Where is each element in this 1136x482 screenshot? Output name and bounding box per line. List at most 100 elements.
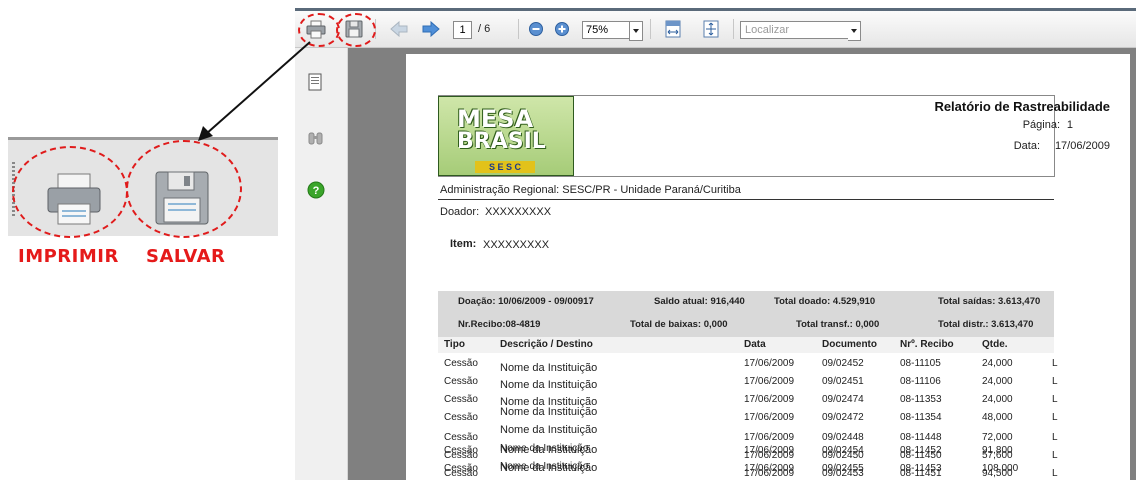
row-tipo: Cessão [444, 358, 478, 369]
item-label: Item: [450, 238, 477, 250]
row-tipo: Cessão [444, 412, 478, 423]
row-doc: 09/02452 [822, 358, 864, 369]
row-tipo: Cessão [444, 376, 478, 387]
summary-recibo: Nr.Recibo:08-4819 [458, 319, 541, 330]
col-documento: Documento [822, 339, 877, 350]
help-button[interactable]: ? [307, 181, 325, 199]
row-recibo: 08-11452 [900, 445, 942, 456]
report-page: MESA BRASIL S E S C Relatório de Rastrea… [406, 54, 1130, 480]
row-qtde: 108,000 [982, 463, 1019, 474]
row-recibo: 08-11105 [900, 358, 941, 369]
chevron-down-icon [633, 29, 639, 33]
row-qtde: 24,000 [982, 358, 1013, 369]
row-recibo: 08-11353 [900, 394, 942, 405]
binoculars-icon [308, 132, 323, 145]
viewer-toolbar: 1 / 6 75% Localizar [295, 11, 1136, 48]
table-row: Cessão Nome da Instituição 17/06/2009 09… [438, 461, 1022, 477]
save-highlight-ellipse [126, 140, 242, 238]
prev-page-button[interactable] [389, 19, 409, 39]
zoom-in-icon [555, 22, 569, 36]
col-qtde: Qtde. [982, 339, 1008, 350]
report-viewer: 1 / 6 75% Localizar ? MESA BRASIL S E S … [295, 8, 1136, 480]
summary-total-distr: Total distr.: 3.613,470 [938, 319, 1034, 330]
fit-width-icon [665, 20, 681, 38]
col-recibo: Nrº. Recibo [900, 339, 954, 350]
row-flag: L [1052, 358, 1058, 369]
row-nome: Nome da Instituição [500, 362, 598, 374]
date-label: Data: [1013, 140, 1040, 152]
row-qtde: 24,000 [982, 394, 1013, 405]
row-tipo: Cessão [444, 432, 478, 443]
row-data: 17/06/2009 [744, 432, 795, 443]
print-callout-label: IMPRIMIR [18, 246, 119, 267]
row-doc: 09/02448 [822, 432, 864, 443]
row-data: 17/06/2009 [744, 412, 795, 423]
row-doc: 09/02472 [822, 412, 864, 423]
row-recibo: 08-11106 [900, 376, 941, 387]
zoom-out-button[interactable] [527, 19, 545, 39]
row-tipo: Cessão [444, 394, 478, 405]
summary-band: Doação: 10/06/2009 - 09/00917 Saldo atua… [438, 291, 1054, 337]
arrow-left-icon [390, 21, 408, 37]
table-rows-continued: Cessão Nome da Instituição 17/06/2009 09… [406, 443, 1022, 477]
page-label: Página: [1022, 119, 1060, 131]
row-doc: 09/02454 [822, 445, 864, 456]
arrow-right-icon [422, 21, 440, 37]
print-button-highlight [298, 13, 340, 47]
row-tipo: Cessão [444, 463, 478, 474]
save-button-highlight [336, 13, 376, 47]
zoom-out-icon [529, 22, 543, 36]
summary-total-transf: Total transf.: 0,000 [796, 319, 880, 330]
row-tipo: Cessão [444, 445, 478, 456]
row-nome: Nome da Instituição [500, 461, 589, 472]
row-data: 17/06/2009 [744, 463, 795, 474]
find-panel-button[interactable] [307, 130, 323, 146]
doador-value: XXXXXXXXX [485, 206, 552, 218]
table-row: Cessão Nome da Instituição 17/06/2009 09… [438, 356, 1058, 374]
row-qtde: 48,000 [982, 412, 1013, 423]
fit-page-button[interactable] [701, 19, 721, 39]
page-value: 1 [1066, 119, 1073, 131]
summary-total-saidas: Total saídas: 3.613,470 [938, 296, 1041, 307]
document-area: MESA BRASIL S E S C Relatório de Rastrea… [348, 48, 1136, 480]
col-data: Data [744, 339, 766, 350]
summary-saldo: Saldo atual: 916,440 [654, 296, 745, 307]
row-nome: Nome da Instituição [500, 406, 598, 418]
row-qtde: 24,000 [982, 376, 1013, 387]
next-page-button[interactable] [421, 19, 441, 39]
pages-panel-button[interactable] [307, 73, 323, 91]
col-tipo: Tipo [444, 339, 465, 350]
row-nome: Nome da Instituição [500, 424, 598, 436]
row-doc: 09/02451 [822, 376, 864, 387]
find-dropdown-button[interactable] [848, 21, 861, 41]
fit-width-button[interactable] [663, 19, 683, 39]
row-nome: Nome da Instituição [500, 443, 589, 454]
find-input[interactable]: Localizar [740, 21, 851, 39]
pages-icon [308, 73, 322, 91]
side-panel: ? [295, 48, 348, 480]
report-title: Relatório de Rastreabilidade [934, 99, 1110, 114]
doador-label: Doador: [440, 206, 480, 218]
date-value: 17/06/2009 [1054, 140, 1110, 152]
print-highlight-ellipse [12, 146, 128, 238]
zoom-dropdown-button[interactable] [629, 21, 643, 41]
page-number-input[interactable]: 1 [453, 21, 472, 39]
row-qtde: 72,000 [982, 432, 1013, 443]
row-nome: Nome da Instituição [500, 379, 598, 391]
row-flag: L [1052, 468, 1058, 479]
zoom-select[interactable]: 75% [582, 21, 631, 39]
table-row: Cessão Nome da Instituição 17/06/2009 09… [438, 443, 1022, 459]
row-recibo: 08-11354 [900, 412, 942, 423]
summary-total-baixas: Total de baixas: 0,000 [630, 319, 728, 330]
row-flag: L [1052, 394, 1058, 405]
row-doc: 09/02474 [822, 394, 864, 405]
svg-text:?: ? [313, 185, 320, 197]
zoom-in-button[interactable] [553, 19, 571, 39]
help-icon: ? [307, 181, 325, 199]
row-flag: L [1052, 376, 1058, 387]
row-data: 17/06/2009 [744, 445, 795, 456]
toolbar-separator [518, 19, 519, 39]
row-data: 17/06/2009 [744, 394, 795, 405]
row-flag: L [1052, 450, 1058, 461]
summary-doacao: Doação: 10/06/2009 - 09/00917 [458, 296, 594, 307]
